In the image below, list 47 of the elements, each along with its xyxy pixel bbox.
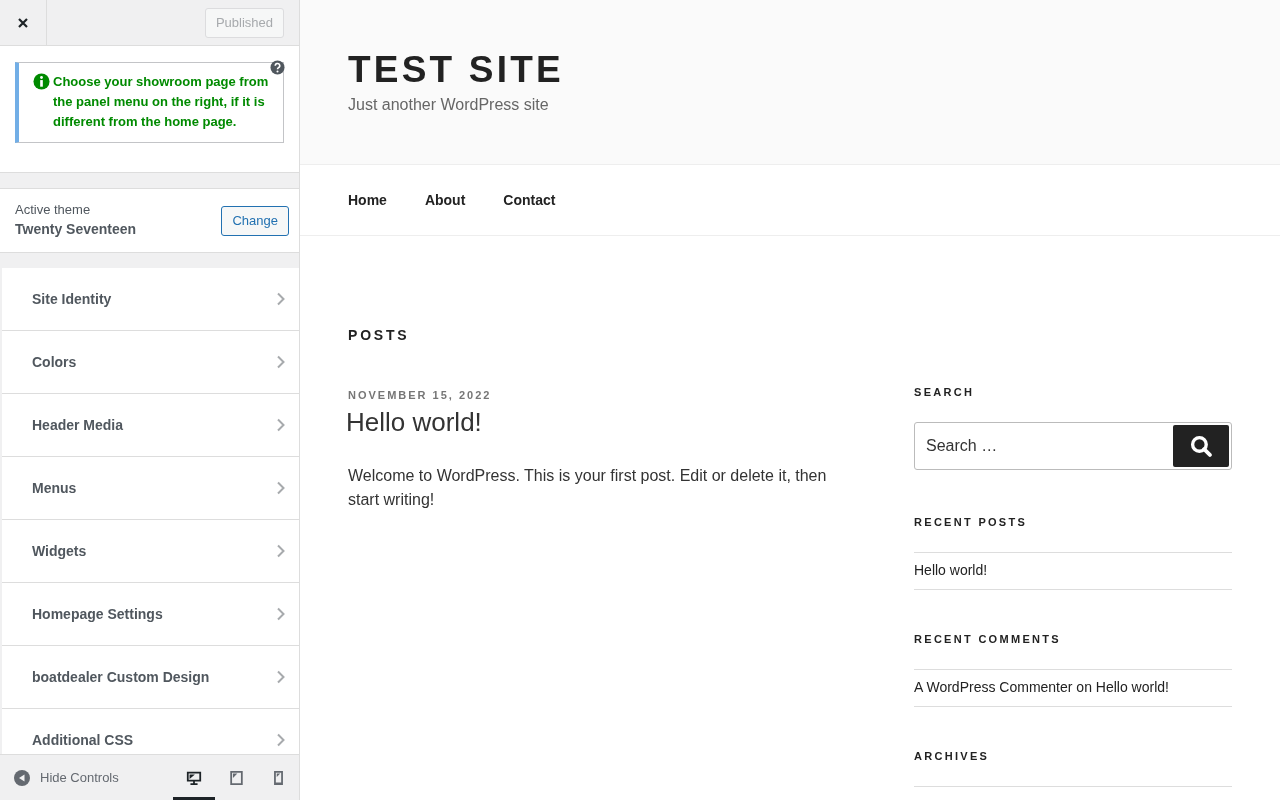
section-item[interactable]: Homepage Settings: [2, 583, 299, 646]
help-icon[interactable]: [270, 60, 285, 75]
section-item[interactable]: Site Identity: [2, 268, 299, 331]
post-date[interactable]: NOVEMBER 15, 2022: [348, 387, 860, 403]
chevron-right-icon: [276, 418, 285, 432]
chevron-right-icon: [276, 544, 285, 558]
active-theme-caption: Active theme: [15, 201, 92, 218]
info-icon: [33, 73, 50, 90]
page-title: POSTS: [348, 326, 411, 344]
section-item[interactable]: boatdealer Custom Design: [2, 646, 299, 709]
section-item[interactable]: Colors: [2, 331, 299, 394]
chevron-right-icon: [276, 733, 285, 747]
chevron-right-icon: [276, 607, 285, 621]
notice-text: Choose your showroom page from the panel menu on the right, if it is different from the home page.: [53, 73, 270, 131]
search-button[interactable]: [1173, 425, 1229, 467]
nav-link[interactable]: Home: [348, 192, 387, 208]
nav-link[interactable]: Contact: [503, 192, 556, 208]
post-excerpt: Welcome to WordPress. This is your first post. Edit or delete it, then start writing!: [348, 466, 828, 510]
search-icon: [1190, 435, 1212, 457]
theme-name: Twenty Seventeen: [15, 219, 137, 239]
mobile-phone-icon: [272, 769, 284, 786]
widget-heading: ARCHIVES: [914, 749, 991, 764]
nav-link[interactable]: About: [424, 192, 466, 208]
section-item[interactable]: Header Media: [2, 394, 299, 457]
comment-author-link[interactable]: A WordPress Commenter: [914, 679, 1073, 695]
tablet-icon: [228, 769, 244, 786]
close-icon: [17, 16, 29, 29]
chevron-right-icon: [276, 292, 285, 306]
chevron-right-icon: [276, 670, 285, 684]
widget-heading: RECENT COMMENTS: [914, 632, 1062, 647]
site-title[interactable]: TEST SITE: [348, 48, 1232, 92]
post-title[interactable]: Hello world!: [346, 406, 860, 438]
site-tagline: Just another WordPress site: [348, 96, 550, 114]
widget-heading: RECENT POSTS: [914, 515, 1029, 530]
section-item[interactable]: Additional CSS: [2, 709, 299, 754]
chevron-right-icon: [276, 481, 285, 495]
comment-post-link[interactable]: Hello world!: [1095, 679, 1169, 695]
chevron-right-icon: [276, 355, 285, 369]
section-item[interactable]: Widgets: [2, 520, 299, 583]
change-theme-button[interactable]: Change: [221, 205, 289, 236]
collapse-icon: [14, 769, 30, 786]
hide-controls-button[interactable]: Hide Controls: [0, 755, 119, 800]
desktop-icon: [185, 769, 203, 786]
widget-heading: SEARCH: [914, 385, 976, 400]
recent-post-link[interactable]: Hello world!: [914, 562, 988, 578]
comment-joiner: on: [1076, 679, 1092, 695]
section-item[interactable]: Menus: [2, 457, 299, 520]
